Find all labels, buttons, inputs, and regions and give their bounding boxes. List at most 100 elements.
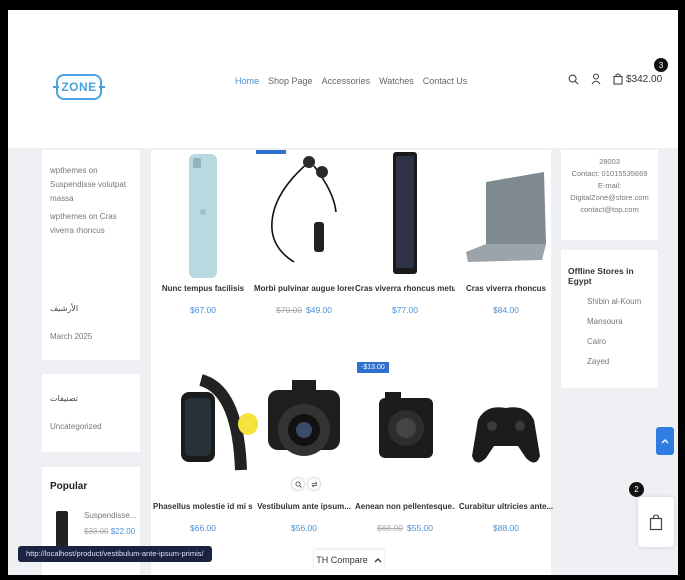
site-logo[interactable]: ZONE xyxy=(53,74,105,100)
cart-button[interactable]: $342.00 xyxy=(613,73,662,85)
product-name[interactable]: Aenean non pellentesque... xyxy=(355,502,455,511)
product-name[interactable]: Nunc tempus facilisis xyxy=(153,284,253,293)
archive-link-march-2025[interactable]: March 2025 xyxy=(50,330,92,344)
product-price: $70.00 $49.00 xyxy=(254,305,354,315)
product-image[interactable] xyxy=(254,370,354,500)
product-card[interactable]: Cras viverra rhoncus metu $77.00 xyxy=(355,152,455,315)
product-card[interactable]: Curabitur ultricies ante... $88.00 xyxy=(456,370,556,533)
product-price: $67.00 xyxy=(153,305,253,315)
archives-widget: الأرشيف March 2025 xyxy=(42,282,140,360)
user-icon[interactable] xyxy=(591,73,601,85)
product-price: $66.00 xyxy=(153,523,253,533)
nav-contact-us[interactable]: Contact Us xyxy=(423,76,468,86)
popular-product-price: $33.00 $22.00 xyxy=(84,525,135,539)
product-card[interactable]: Nunc tempus facilisis $67.00 xyxy=(153,152,253,315)
product-name[interactable]: Vestibulum ante ipsum... xyxy=(254,502,354,511)
old-price: $68.00 xyxy=(377,523,403,533)
old-price: $70.00 xyxy=(276,305,302,315)
contact-email[interactable]: DigitalZone@store.com xyxy=(561,192,658,204)
product-image[interactable] xyxy=(153,152,253,282)
product-card[interactable]: Cras viverra rhoncus $84.00 xyxy=(456,152,556,315)
product-card[interactable]: -$13.00 Aenean non pellentesque... $68.0… xyxy=(355,362,455,533)
product-name[interactable]: Morbi pulvinar augue lorem xyxy=(254,284,354,293)
main-nav: Home Shop Page Accessories Watches Conta… xyxy=(235,76,467,86)
store-item[interactable]: Zayed xyxy=(587,352,641,372)
store-list: Shibin al-Koum Mansoura Cairo Zayed xyxy=(587,292,641,372)
product-image[interactable] xyxy=(355,152,455,282)
current-price: $67.00 xyxy=(190,305,216,315)
product-card[interactable]: Vestibulum ante ipsum... $56.00 xyxy=(254,370,354,533)
search-icon[interactable] xyxy=(568,74,579,85)
product-image[interactable] xyxy=(456,152,556,282)
product-name[interactable]: Phasellus molestie id mi si... xyxy=(153,502,253,511)
chevron-up-icon xyxy=(661,439,669,444)
contact-lines: 28003 Contact: 01015535669 E-mail: Digit… xyxy=(561,156,658,216)
nav-shop-page[interactable]: Shop Page xyxy=(268,76,313,86)
floating-cart-count: 2 xyxy=(629,482,644,497)
logo-text: ZONE xyxy=(61,80,97,94)
product-name[interactable]: Cras viverra rhoncus xyxy=(456,284,556,293)
offline-stores-widget: Offline Stores in Egypt Shibin al-Koum M… xyxy=(561,250,658,388)
product-price: $68.00 $55.00 xyxy=(355,523,455,533)
header-actions: $342.00 xyxy=(568,73,662,85)
shopping-bag-icon xyxy=(613,73,623,85)
compare-icon[interactable] xyxy=(308,478,320,490)
compare-label: TH Compare xyxy=(316,555,368,565)
current-price: $55.00 xyxy=(407,523,433,533)
nav-watches[interactable]: Watches xyxy=(379,76,414,86)
store-item[interactable]: Cairo xyxy=(587,332,641,352)
shopping-bag-icon xyxy=(649,514,663,531)
current-price: $56.00 xyxy=(291,523,317,533)
contact-email-label: E-mail: xyxy=(597,181,622,190)
popular-old-price: $33.00 xyxy=(84,527,109,536)
product-price: $77.00 xyxy=(355,305,455,315)
comment-link-1[interactable]: wpthemes on Suspendisse volutpat massa xyxy=(50,164,136,206)
current-price: $84.00 xyxy=(493,305,519,315)
popular-product-name[interactable]: Suspendisse... xyxy=(84,509,136,523)
product-image[interactable] xyxy=(355,370,455,500)
chevron-up-icon xyxy=(374,558,382,563)
compare-bar-toggle[interactable]: TH Compare xyxy=(314,550,384,570)
current-price: $88.00 xyxy=(493,523,519,533)
store-item[interactable]: Shibin al-Koum xyxy=(587,292,641,312)
archives-title: الأرشيف xyxy=(50,304,79,313)
current-price: $66.00 xyxy=(190,523,216,533)
floating-cart-button[interactable] xyxy=(638,497,674,547)
product-price: $88.00 xyxy=(456,523,556,533)
categories-widget: تصنيفات Uncategorized xyxy=(42,374,140,452)
popular-title: Popular xyxy=(50,481,88,492)
popular-product-thumbnail[interactable] xyxy=(56,511,68,547)
nav-accessories[interactable]: Accessories xyxy=(322,76,371,86)
store-item[interactable]: Mansoura xyxy=(587,312,641,332)
contact-email-2[interactable]: contact@top.com xyxy=(561,204,658,216)
quick-actions xyxy=(292,478,320,490)
browser-viewport: ZONE Home Shop Page Accessories Watches … xyxy=(8,10,678,575)
comment-link-2[interactable]: wpthemes on Cras viverra rhoncus xyxy=(50,210,136,238)
categories-title: تصنيفات xyxy=(50,394,79,403)
site-header: ZONE Home Shop Page Accessories Watches … xyxy=(8,10,678,148)
scroll-to-top-button[interactable] xyxy=(656,427,674,455)
cursor-highlight xyxy=(238,413,258,435)
product-image[interactable] xyxy=(153,370,253,500)
product-name[interactable]: Cras viverra rhoncus metu xyxy=(355,284,455,293)
cart-count-badge: 3 xyxy=(654,58,668,72)
product-image[interactable] xyxy=(456,370,556,500)
quick-view-icon[interactable] xyxy=(292,478,304,490)
product-name[interactable]: Curabitur ultricies ante... xyxy=(456,502,556,511)
popular-current-price: $22.00 xyxy=(110,527,136,536)
stores-title: Offline Stores in Egypt xyxy=(568,266,634,286)
product-price: $84.00 xyxy=(456,305,556,315)
contact-line: 28003 xyxy=(599,157,620,166)
cart-total: $342.00 xyxy=(626,73,663,85)
nav-home[interactable]: Home xyxy=(235,76,259,86)
current-price: $77.00 xyxy=(392,305,418,315)
current-price: $49.00 xyxy=(306,305,332,315)
product-image[interactable] xyxy=(254,152,354,282)
recent-comments-widget: wpthemes on Suspendisse volutpat massa w… xyxy=(42,150,140,295)
contact-widget: 28003 Contact: 01015535669 E-mail: Digit… xyxy=(561,150,658,240)
status-bar-url: http://localhost/product/vestibulum-ante… xyxy=(18,546,212,562)
product-card[interactable]: Phasellus molestie id mi si... $66.00 xyxy=(153,370,253,533)
category-link-uncategorized[interactable]: Uncategorized xyxy=(50,420,102,434)
contact-phone: Contact: 01015535669 xyxy=(571,169,648,178)
product-card[interactable]: Morbi pulvinar augue lorem $70.00 $49.00 xyxy=(254,152,354,315)
